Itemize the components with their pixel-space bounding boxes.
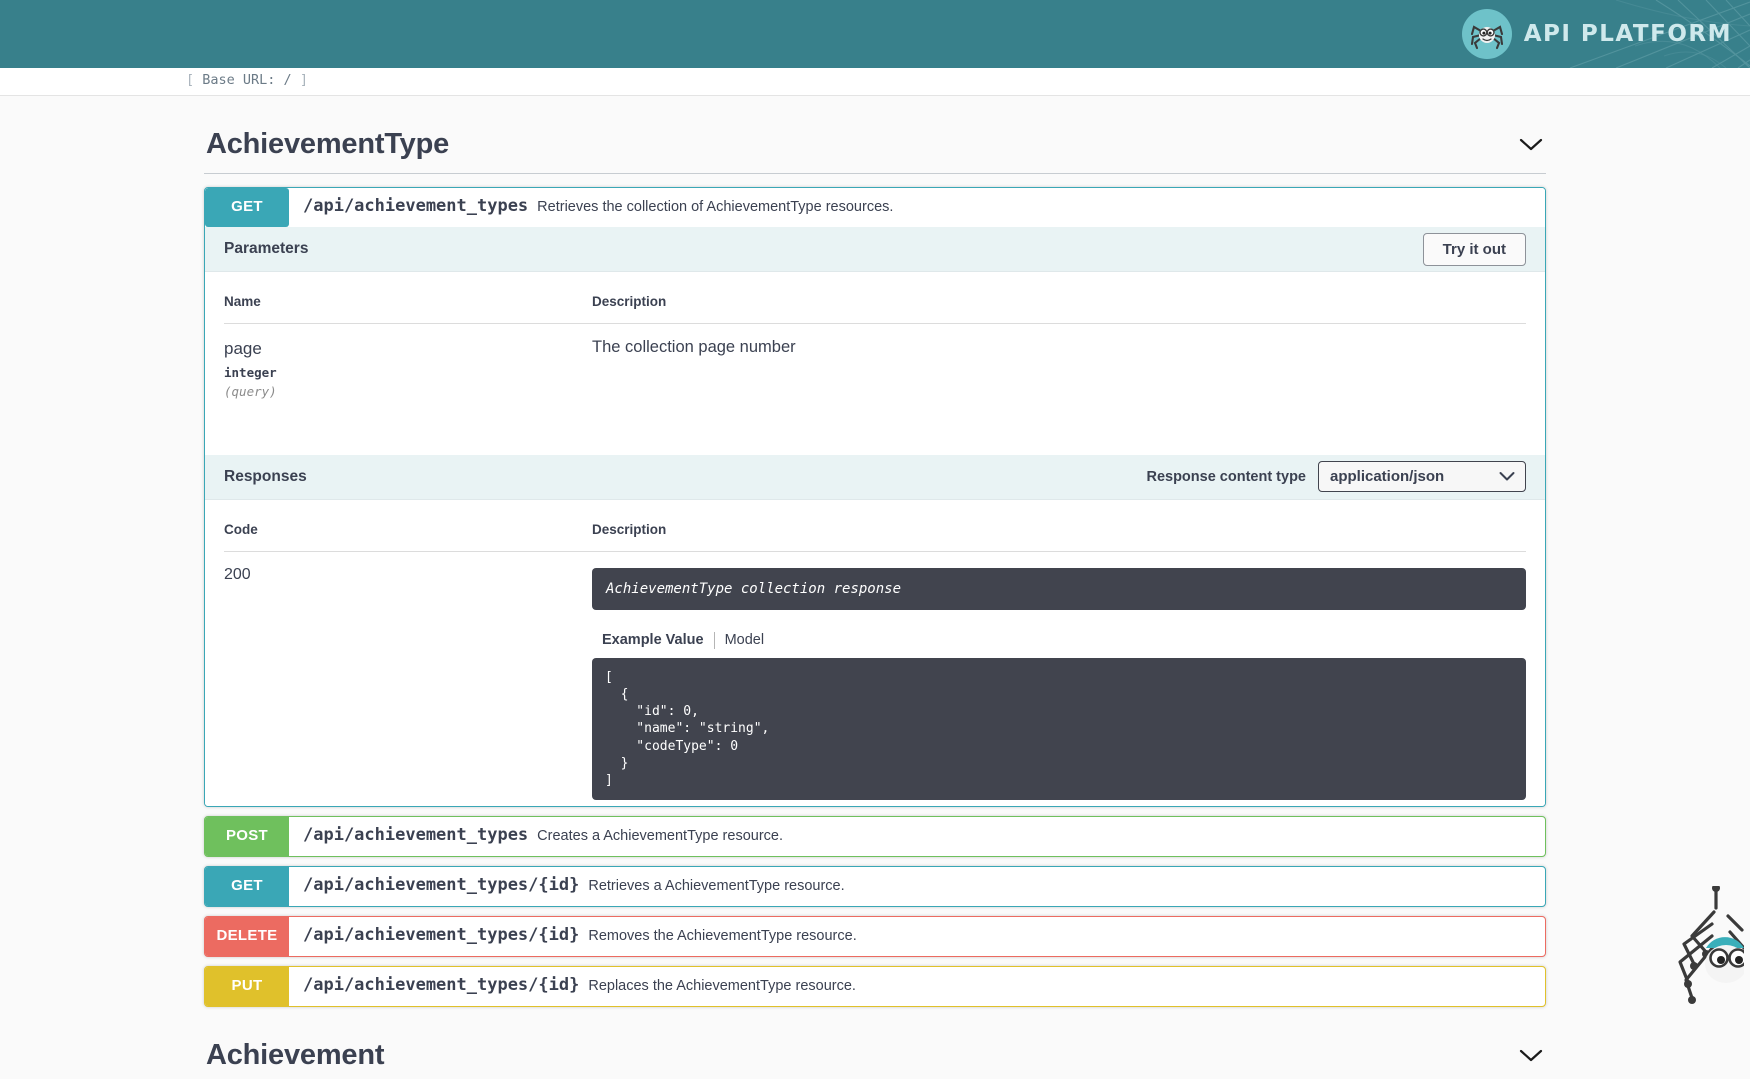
page-body: AchievementType GET /api/achievement_typ… (0, 96, 1750, 1079)
base-url: [ Base URL: / ] (186, 72, 308, 88)
parameter-description-cell: The collection page number (592, 324, 1526, 399)
opblock-description: Replaces the AchievementType resource. (588, 978, 856, 995)
opblock-path: /api/achievement_types/{id} (303, 975, 580, 996)
page-title: AchievementType (206, 128, 450, 160)
example-value-code-box[interactable]: [ { "id": 0, "name": "string", "codeType… (592, 657, 1526, 801)
responses-section-bar: Responses Response content type applicat… (205, 454, 1545, 500)
table-row: page integer (query) The collection page… (224, 324, 1526, 399)
opblock-get-achievement-type-by-id[interactable]: GET /api/achievement_types/{id} Retrieve… (204, 866, 1546, 908)
col-header-name: Name (224, 288, 592, 324)
response-content-type-wrap: Response content type application/json (1146, 461, 1526, 493)
parameter-type: integer (224, 364, 277, 380)
responses-table-header-row: Code Description (224, 515, 1526, 552)
http-method-badge: GET (205, 188, 289, 227)
parameters-title: Parameters (224, 240, 309, 257)
parameters-body: Name Description page integer (query) Th… (205, 272, 1545, 455)
opblock-post-achievement-types[interactable]: POST /api/achievement_types Creates a Ac… (204, 816, 1546, 858)
parameters-section-bar: Parameters Try it out (205, 227, 1545, 272)
responses-body: Code Description 200 AchievementType col… (205, 499, 1545, 807)
response-description-cell: AchievementType collection response Exam… (592, 551, 1526, 801)
http-method-badge: PUT (205, 967, 289, 1007)
opblock-description: Retrieves a AchievementType resource. (588, 878, 845, 895)
response-content-type-label: Response content type (1146, 468, 1306, 485)
response-content-type-value: application/json (1330, 468, 1445, 486)
parameter-name: page (224, 339, 262, 358)
col-header-description: Description (592, 288, 1526, 324)
opblock-delete-achievement-type-by-id[interactable]: DELETE /api/achievement_types/{id} Remov… (204, 916, 1546, 958)
response-description-box: AchievementType collection response (592, 567, 1526, 610)
opblock-description: Creates a AchievementType resource. (537, 828, 783, 845)
opblock-description: Retrieves the collection of AchievementT… (537, 199, 894, 215)
opblock-path: /api/achievement_types (303, 196, 529, 216)
col-header-code: Code (224, 515, 592, 552)
next-page-title: Achievement (206, 1039, 385, 1072)
parameters-table-header-row: Name Description (224, 288, 1526, 324)
opblock-path: /api/achievement_types/{id} (303, 875, 580, 896)
parameters-table: Name Description page integer (query) Th… (224, 288, 1526, 399)
response-content-type-select[interactable]: application/json (1318, 461, 1526, 493)
opblock-path: /api/achievement_types (303, 825, 529, 846)
responses-table: Code Description 200 AchievementType col… (224, 515, 1526, 801)
tag-header-achievement[interactable]: Achievement (204, 1035, 1546, 1079)
brand-name: API PLATFORM (1523, 21, 1732, 47)
example-model-tabs: Example Value Model (602, 631, 1526, 649)
base-url-label: Base URL: / (202, 72, 292, 88)
chevron-down-icon[interactable] (1518, 1043, 1544, 1069)
spider-logo-icon (1461, 9, 1512, 59)
parameter-name-cell: page integer (query) (224, 324, 592, 399)
tab-example-value[interactable]: Example Value (602, 632, 704, 648)
response-description-text: AchievementType collection response (606, 580, 902, 597)
chevron-down-icon (1499, 468, 1515, 485)
parameter-description: The collection page number (592, 338, 796, 356)
opblock-get-achievement-types: GET /api/achievement_types Retrieves the… (204, 187, 1546, 808)
base-url-strip: [ Base URL: / ] (0, 68, 1750, 96)
col-header-response-description: Description (592, 515, 1526, 552)
opblock-description: Removes the AchievementType resource. (588, 928, 857, 945)
tab-divider (713, 631, 715, 649)
content-container: AchievementType GET /api/achievement_typ… (204, 96, 1546, 1079)
parameters-spacer (224, 399, 1526, 449)
http-method-badge: POST (205, 817, 289, 857)
tag-header-achievementtype[interactable]: AchievementType (204, 124, 1546, 174)
base-url-bracket-open: [ (186, 72, 195, 88)
try-it-out-button[interactable]: Try it out (1422, 232, 1526, 266)
opblock-summary[interactable]: GET /api/achievement_types Retrieves the… (205, 188, 1545, 227)
chevron-down-icon[interactable] (1518, 132, 1544, 158)
spider-mascot-icon (1666, 884, 1748, 1021)
tab-model[interactable]: Model (725, 632, 765, 648)
response-code: 200 (224, 565, 251, 583)
http-method-badge: GET (205, 867, 289, 907)
parameter-location: (query) (224, 383, 277, 399)
brand[interactable]: API PLATFORM (1461, 9, 1732, 59)
opblock-put-achievement-type-by-id[interactable]: PUT /api/achievement_types/{id} Replaces… (204, 966, 1546, 1008)
http-method-badge: DELETE (205, 917, 289, 957)
example-value-code: [ { "id": 0, "name": "string", "codeType… (605, 669, 770, 788)
top-header-bar: API PLATFORM (0, 0, 1750, 68)
responses-title: Responses (224, 467, 307, 485)
base-url-bracket-close: ] (299, 72, 308, 88)
opblock-path: /api/achievement_types/{id} (303, 925, 580, 946)
table-row: 200 AchievementType collection response … (224, 551, 1526, 801)
